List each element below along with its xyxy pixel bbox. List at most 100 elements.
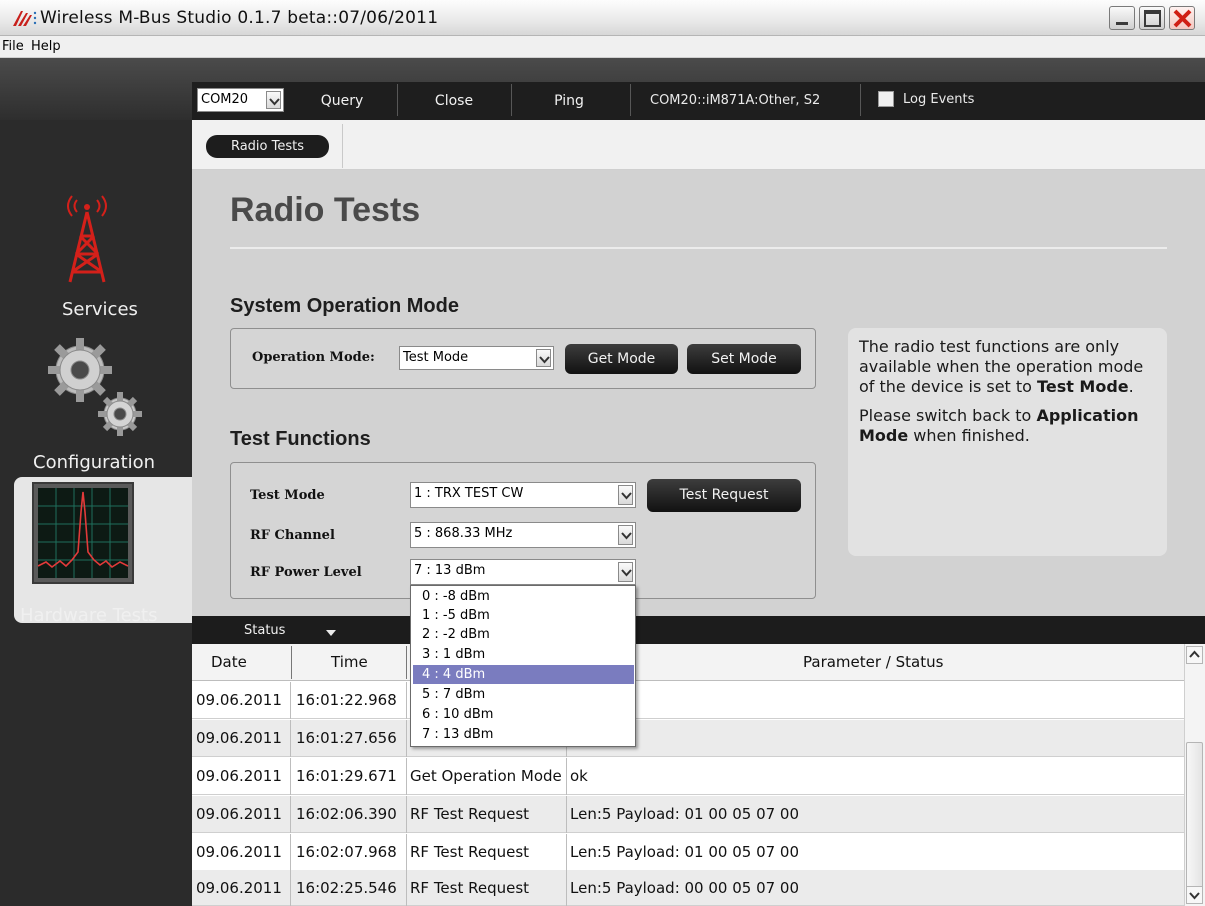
info-text-part: .: [1128, 377, 1134, 396]
minimize-button[interactable]: [1109, 6, 1135, 30]
table-row[interactable]: 09.06.2011 16:02:06.390 RF Test Request …: [192, 796, 1184, 833]
cell-date: 09.06.2011: [196, 879, 282, 897]
chevron-down-icon[interactable]: [536, 349, 551, 367]
set-mode-button[interactable]: Set Mode: [687, 344, 801, 374]
cell-divider: [290, 720, 291, 757]
log-events-checkbox[interactable]: [878, 91, 894, 107]
dropdown-option[interactable]: 6 : 10 dBm: [413, 705, 634, 724]
column-header-date[interactable]: Date: [211, 653, 247, 671]
cell-param: ok: [570, 767, 588, 785]
rf-power-level-value: 7 : 13 dBm: [414, 563, 486, 578]
oscilloscope-icon: [32, 482, 134, 584]
scroll-up-button[interactable]: [1186, 646, 1203, 664]
test-request-button[interactable]: Test Request: [647, 479, 801, 512]
cell-param: Len:5 Payload: 01 00 05 07 00: [570, 843, 800, 861]
operation-mode-select[interactable]: Test Mode: [399, 346, 554, 370]
table-row[interactable]: 09.06.2011 16:02:07.968 RF Test Request …: [192, 834, 1184, 871]
cell-date: 09.06.2011: [196, 691, 282, 709]
close-button[interactable]: Close: [398, 88, 510, 114]
rf-power-level-select[interactable]: 7 : 13 dBm: [410, 559, 636, 585]
cell-divider: [406, 720, 407, 757]
app-logo-icon: [13, 11, 37, 26]
column-divider: [291, 646, 292, 679]
cell-divider: [290, 758, 291, 795]
menu-file[interactable]: File: [2, 39, 24, 54]
cell-event: RF Test Request: [410, 843, 530, 861]
query-button[interactable]: Query: [287, 88, 397, 114]
chevron-up-icon: [1189, 650, 1200, 658]
dropdown-option[interactable]: 2 : -2 dBm: [413, 625, 634, 644]
dropdown-option-highlighted[interactable]: 4 : 4 dBm: [413, 665, 634, 684]
scroll-down-button[interactable]: [1186, 886, 1203, 904]
log-events-label[interactable]: Log Events: [903, 92, 974, 107]
cell-date: 09.06.2011: [196, 843, 282, 861]
cell-divider: [406, 870, 407, 906]
ping-button[interactable]: Ping: [512, 88, 626, 114]
close-window-button[interactable]: [1169, 6, 1195, 30]
info-text-part: Please switch back to: [859, 406, 1037, 425]
dropdown-option[interactable]: 7 : 13 dBm: [413, 725, 634, 744]
port-select[interactable]: COM20: [197, 88, 284, 112]
info-paragraph-test-mode: The radio test functions are only availa…: [859, 337, 1159, 397]
get-mode-button[interactable]: Get Mode: [565, 344, 678, 374]
cell-divider: [290, 834, 291, 871]
test-mode-value: 1 : TRX TEST CW: [414, 486, 524, 501]
dropdown-option[interactable]: 3 : 1 dBm: [413, 645, 634, 664]
toolbar-divider: [630, 84, 631, 116]
toolbar-divider: [860, 84, 861, 116]
sidebar-item-label: Services: [62, 299, 138, 320]
cell-divider: [406, 796, 407, 833]
column-header-parameter-status[interactable]: Parameter / Status: [803, 653, 943, 671]
chevron-down-icon[interactable]: [618, 562, 633, 582]
chevron-down-icon[interactable]: [618, 525, 633, 545]
column-divider: [406, 646, 407, 679]
system-operation-mode-heading: System Operation Mode: [230, 295, 459, 317]
caret-down-icon[interactable]: [326, 630, 336, 637]
operation-mode-value: Test Mode: [403, 350, 469, 365]
cell-divider: [406, 682, 407, 719]
dropdown-option[interactable]: 1 : -5 dBm: [413, 606, 634, 625]
dropdown-option[interactable]: 5 : 7 dBm: [413, 685, 634, 704]
cell-time: 16:02:25.546: [296, 879, 397, 897]
test-functions-heading: Test Functions: [230, 428, 371, 450]
cell-divider: [290, 796, 291, 833]
menu-bar: File Help: [0, 36, 1205, 58]
cell-time: 16:01:29.671: [296, 767, 397, 785]
table-row[interactable]: 09.06.2011 16:01:22.968: [192, 682, 1184, 719]
cell-divider: [566, 834, 567, 871]
chevron-down-icon: [1189, 892, 1200, 900]
breadcrumb-item-radio-tests[interactable]: Radio Tests: [206, 135, 329, 158]
rf-channel-select[interactable]: 5 : 868.33 MHz: [410, 522, 636, 548]
menu-help[interactable]: Help: [31, 39, 61, 54]
cell-divider: [406, 834, 407, 871]
window-title: Wireless M-Bus Studio 0.1.7 beta::07/06/…: [40, 8, 439, 28]
info-paragraph-application-mode: Please switch back to Application Mode w…: [859, 406, 1159, 446]
info-emphasis-test-mode: Test Mode: [1037, 377, 1129, 396]
breadcrumb-divider: [342, 124, 343, 168]
operation-mode-label: Operation Mode:: [252, 350, 375, 365]
cell-divider: [566, 796, 567, 833]
maximize-button[interactable]: [1139, 6, 1165, 30]
table-row[interactable]: 09.06.2011 16:01:27.656: [192, 720, 1184, 757]
close-icon: [1173, 9, 1192, 28]
test-mode-select[interactable]: 1 : TRX TEST CW: [410, 482, 636, 508]
sidebar-item-label: Configuration: [33, 452, 156, 473]
breadcrumb: [192, 120, 1205, 170]
column-header-time[interactable]: Time: [331, 653, 368, 671]
maximize-icon: [1144, 10, 1161, 27]
chevron-down-icon[interactable]: [266, 91, 281, 109]
dropdown-option[interactable]: 0 : -8 dBm: [413, 587, 634, 606]
cell-param: Len:5 Payload: 01 00 05 07 00: [570, 805, 800, 823]
cell-event: Get Operation Mode: [410, 767, 562, 785]
scroll-thumb[interactable]: [1186, 742, 1203, 888]
cell-time: 16:02:06.390: [296, 805, 397, 823]
rf-channel-label: RF Channel: [250, 528, 335, 543]
status-bar: [192, 616, 1205, 644]
status-label[interactable]: Status: [244, 623, 285, 638]
cell-time: 16:01:27.656: [296, 729, 397, 747]
chevron-down-icon[interactable]: [618, 485, 633, 505]
table-row[interactable]: 09.06.2011 16:01:29.671 Get Operation Mo…: [192, 758, 1184, 795]
table-row[interactable]: 09.06.2011 16:02:25.546 RF Test Request …: [192, 870, 1184, 906]
cell-time: 16:02:07.968: [296, 843, 397, 861]
cell-divider: [290, 870, 291, 906]
